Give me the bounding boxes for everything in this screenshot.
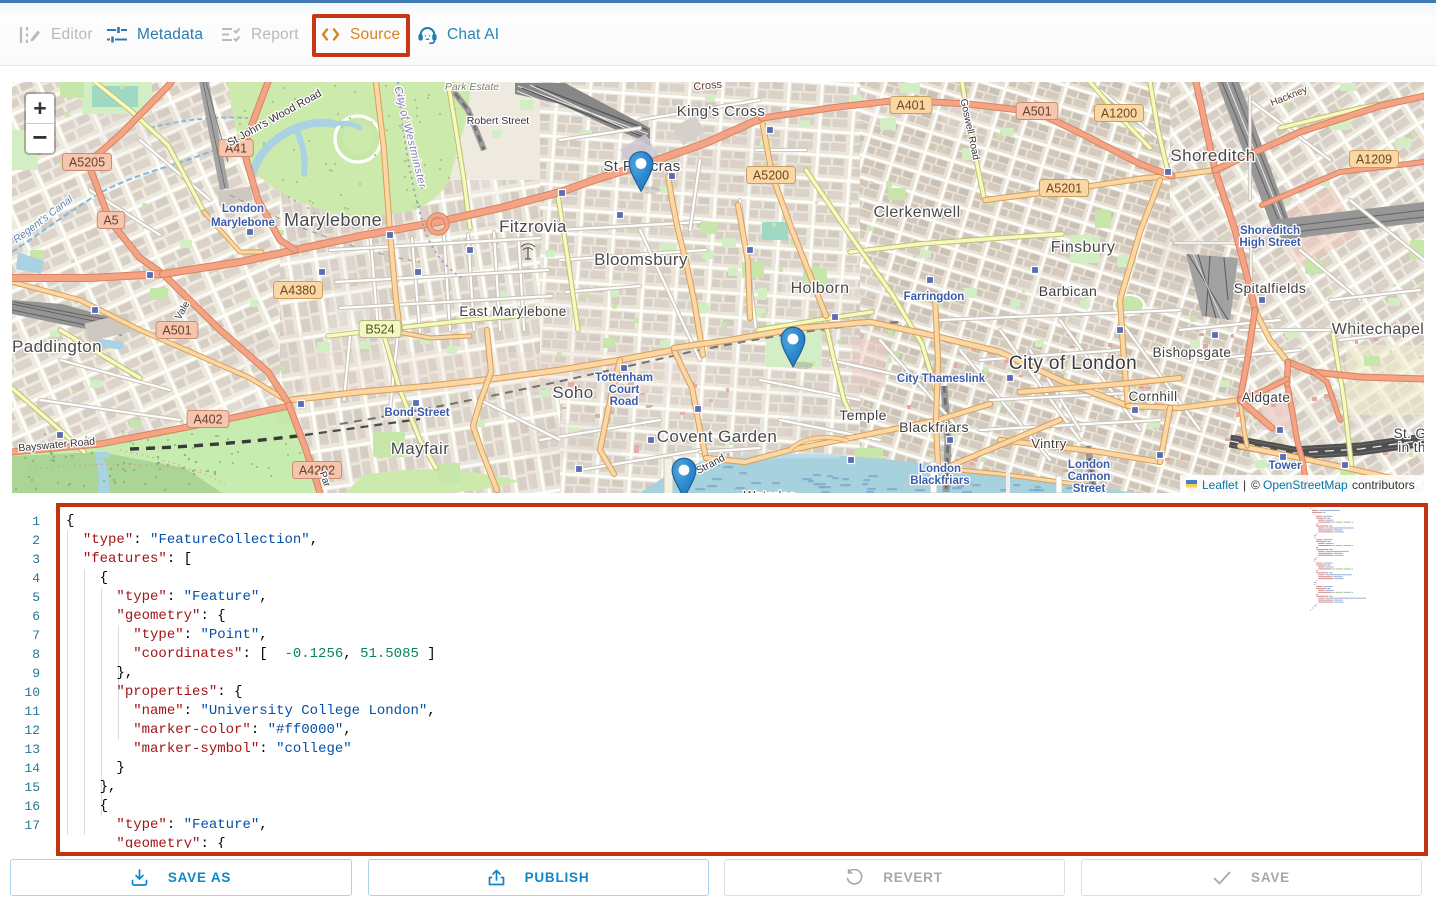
svg-text:Covent Garden: Covent Garden [657,427,778,446]
svg-text:A1209: A1209 [1356,153,1392,167]
svg-text:A5205: A5205 [69,156,105,170]
svg-text:Holborn: Holborn [791,280,850,297]
svg-text:A1200: A1200 [1101,107,1137,121]
svg-text:A5200: A5200 [753,169,789,183]
svg-text:Blackfriars: Blackfriars [899,419,969,435]
svg-text:London: London [222,203,264,215]
svg-text:OpenStreetMap: OpenStreetMap [1263,478,1348,492]
svg-text:Street: Street [1073,483,1106,493]
svg-text:London: London [919,463,961,475]
svg-text:East Marylebone: East Marylebone [459,304,566,319]
svg-text:Blackfriars: Blackfriars [910,475,969,487]
svg-text:Park Estate: Park Estate [445,82,499,93]
svg-text:B524: B524 [365,323,394,337]
svg-text:Vintry: Vintry [1031,436,1066,451]
svg-text:Soho: Soho [552,383,593,402]
svg-text:A401: A401 [896,99,925,113]
svg-text:A501: A501 [1022,105,1051,119]
svg-text:A501: A501 [162,324,191,338]
svg-text:London: London [1068,459,1110,471]
svg-text:Clerkenwell: Clerkenwell [873,204,960,221]
svg-text:in th: in th [1398,440,1424,455]
svg-text:A4380: A4380 [280,284,316,298]
svg-text:Marylebone: Marylebone [284,210,382,230]
svg-text:|: | [1243,478,1246,492]
svg-text:Leaflet: Leaflet [1202,478,1239,492]
svg-text:Tottenham: Tottenham [595,372,653,384]
svg-text:Whitechapel: Whitechapel [1332,321,1424,338]
svg-text:Cornhill: Cornhill [1129,389,1178,404]
svg-text:©: © [1251,478,1260,492]
svg-text:Fitzrovia: Fitzrovia [499,217,567,236]
svg-text:City of London: City of London [1009,353,1137,374]
svg-text:−: − [32,122,47,152]
svg-text:Temple: Temple [839,407,887,423]
svg-text:A402: A402 [193,413,222,427]
svg-text:Aldgate: Aldgate [1242,390,1291,405]
svg-text:Mayfair: Mayfair [391,439,450,458]
svg-text:+: + [33,95,46,121]
svg-text:Spitalfields: Spitalfields [1234,280,1307,296]
svg-text:City Thameslink: City Thameslink [897,373,986,385]
svg-text:St. G: St. G [1394,426,1424,441]
svg-text:Farringdon: Farringdon [904,291,965,303]
svg-text:contributors: contributors [1352,478,1415,492]
svg-text:Paddington: Paddington [12,337,102,356]
svg-text:A5201: A5201 [1046,182,1082,196]
svg-text:A5: A5 [103,214,118,228]
svg-text:Shoreditch: Shoreditch [1170,146,1255,165]
svg-text:Waterloo: Waterloo [744,489,797,493]
svg-text:Shoreditch: Shoreditch [1240,225,1300,237]
svg-text:King's Cross: King's Cross [677,103,766,120]
svg-text:Robert Street: Robert Street [467,115,530,127]
svg-text:Finsbury: Finsbury [1051,239,1116,256]
svg-text:Barbican: Barbican [1039,283,1097,299]
svg-text:Bloomsbury: Bloomsbury [594,250,688,269]
svg-text:Road: Road [610,396,639,408]
svg-text:Cannon: Cannon [1068,471,1111,483]
svg-text:Bond Street: Bond Street [384,407,449,419]
svg-text:High Street: High Street [1239,237,1301,249]
svg-text:Tower: Tower [1268,460,1302,472]
svg-text:Bishopsgate: Bishopsgate [1153,345,1232,360]
svg-text:Court: Court [609,384,640,396]
svg-text:Marylebone: Marylebone [211,217,275,229]
